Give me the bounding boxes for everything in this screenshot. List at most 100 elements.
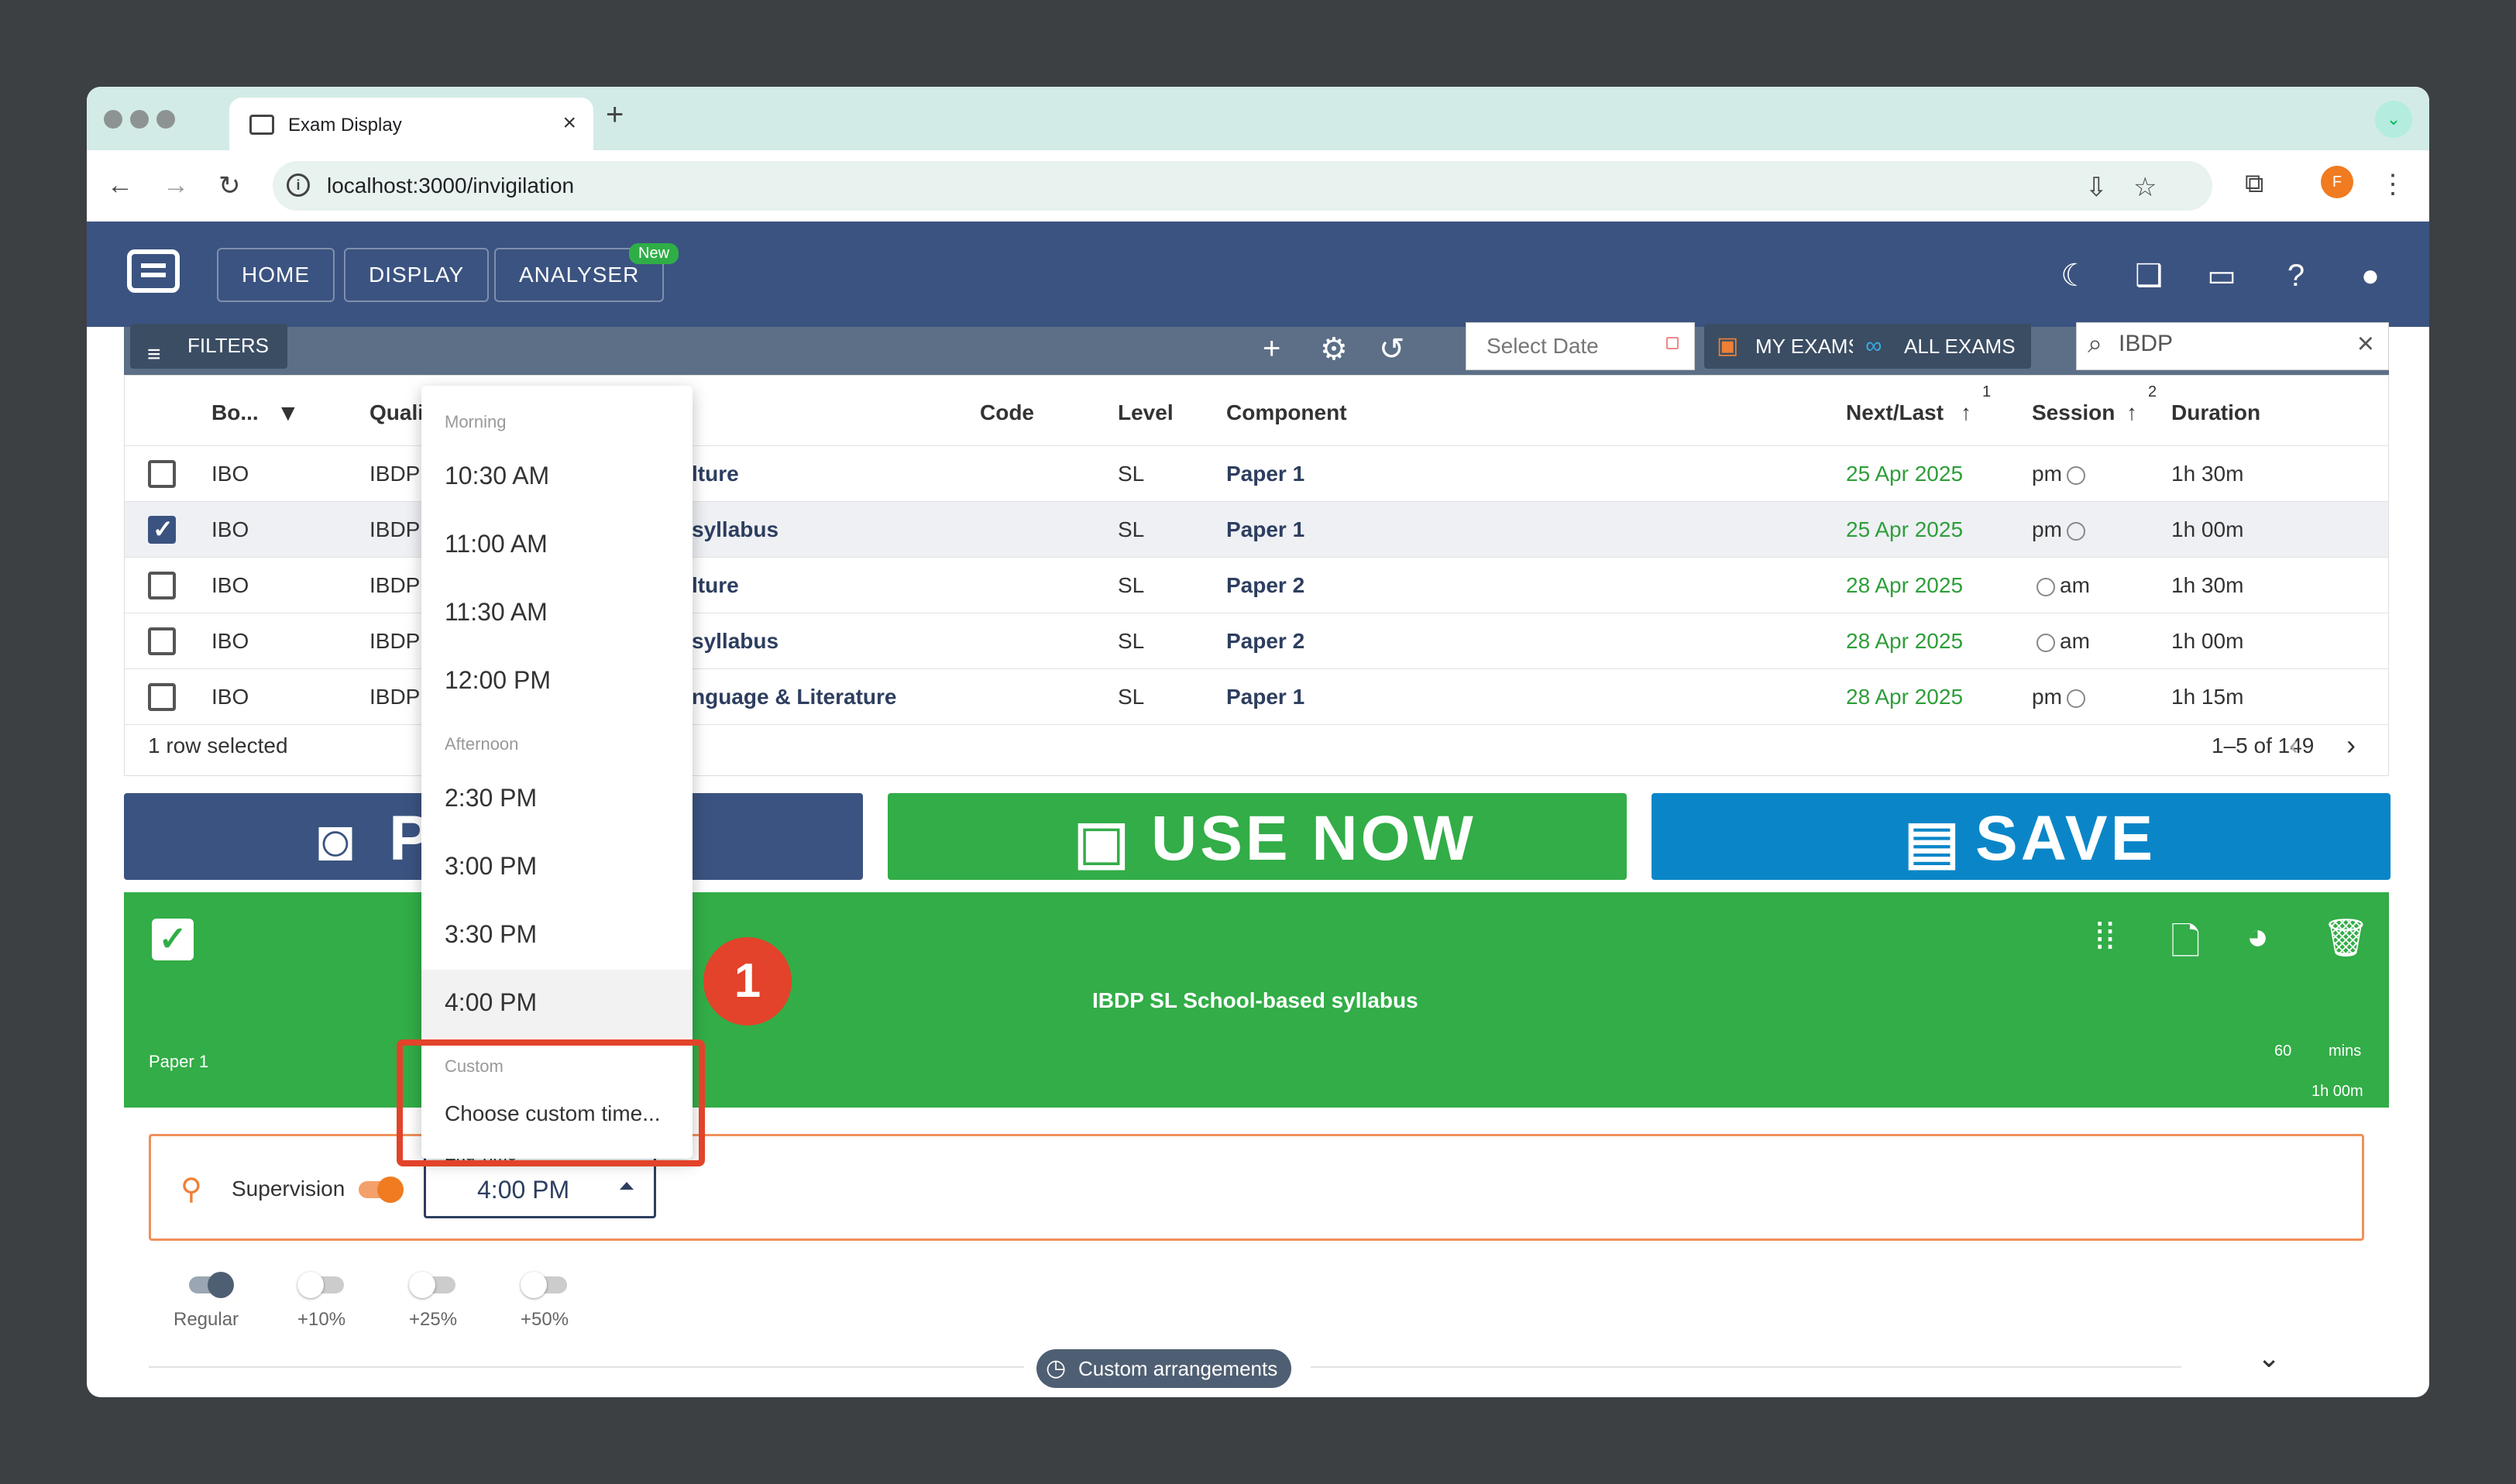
time-option-selected[interactable]: 4:00 PM [421, 970, 693, 1038]
col-qualification[interactable]: Quali [369, 400, 424, 425]
bookmarks-icon[interactable]: ❑ [2132, 259, 2166, 293]
time-option[interactable]: 3:30 PM [421, 902, 693, 970]
close-tab-icon[interactable]: × [562, 110, 576, 136]
supervision-toggle[interactable] [359, 1177, 404, 1203]
extra-time-25-toggle[interactable] [409, 1272, 455, 1298]
url-text[interactable]: localhost:3000/invigilation [327, 173, 574, 198]
use-now-label: USE NOW [1151, 803, 1476, 874]
browser-menu-icon[interactable]: ⋮ [2380, 169, 2406, 200]
url-bar[interactable]: i localhost:3000/invigilation ⇩ ☆ [273, 161, 2212, 211]
time-option[interactable]: 12:00 PM [421, 648, 693, 716]
site-info-icon[interactable]: i [287, 173, 310, 197]
col-session[interactable]: Session [2032, 400, 2115, 425]
reset-icon[interactable]: ↺ [1379, 331, 1405, 367]
reload-icon[interactable]: ↻ [218, 170, 241, 201]
cell-level: SL [1118, 685, 1145, 709]
time-option-label: 4:00 PM [445, 988, 538, 1016]
row-checkbox[interactable] [148, 514, 176, 544]
row-checkbox[interactable] [148, 627, 176, 655]
app-logo-icon[interactable] [127, 249, 180, 293]
group-morning: Morning [445, 412, 507, 431]
col-board[interactable]: Bo... [211, 400, 259, 425]
maximize-window-dot[interactable] [156, 110, 175, 129]
all-exams-label: ALL EXAMS [1904, 335, 2016, 358]
chevron-down-icon[interactable]: ⌄ [2257, 1341, 2281, 1374]
back-icon[interactable]: ← [107, 170, 133, 201]
extra-time-regular-toggle[interactable] [189, 1272, 234, 1298]
cell-session: pm [2032, 462, 2090, 486]
nav-display-button[interactable]: DISPLAY [344, 248, 490, 302]
divider [1311, 1366, 2181, 1368]
extra-time-10-toggle[interactable] [297, 1272, 344, 1298]
extensions-icon[interactable]: ⧉ [2245, 169, 2263, 199]
next-page-icon[interactable]: › [2346, 729, 2356, 761]
session-text: am [2060, 573, 2090, 597]
profile-avatar[interactable]: F [2321, 166, 2353, 198]
drag-handle-icon[interactable]: ⁞⁞ [2095, 915, 2116, 958]
clear-search-icon[interactable]: × [2357, 328, 2374, 361]
dark-mode-icon[interactable]: ☾ [2057, 259, 2092, 293]
cell-level: SL [1118, 629, 1145, 653]
time-option[interactable]: 10:30 AM [421, 443, 693, 511]
clock-icon [2066, 689, 2085, 708]
extra-time-50-toggle[interactable] [521, 1272, 567, 1298]
filter-funnel-icon[interactable]: ▼ [277, 400, 300, 427]
bookmark-star-icon[interactable]: ☆ [2133, 172, 2157, 203]
all-exams-button[interactable]: ∞ ALL EXAMS [1853, 324, 2031, 369]
my-exams-button[interactable]: ▣ MY EXAMS [1704, 324, 1877, 369]
delete-icon[interactable]: 🗑 [2322, 915, 2370, 960]
new-badge: New [629, 243, 679, 264]
prev-page-icon[interactable]: ‹ [2289, 729, 2298, 761]
exam-checkbox[interactable]: ✓ [152, 919, 194, 960]
sort-asc-icon[interactable]: ↑ [1961, 400, 1971, 425]
col-next-last[interactable]: Next/Last [1846, 400, 1944, 425]
row-checkbox[interactable] [148, 460, 176, 488]
cell-duration: 1h 00m [2171, 517, 2244, 541]
calendar-icon[interactable] [1666, 337, 1679, 349]
time-option[interactable]: 11:30 AM [421, 579, 693, 648]
time-option[interactable]: 3:00 PM [421, 833, 693, 902]
account-icon[interactable]: ● [2353, 259, 2387, 293]
col-code[interactable]: Code [980, 400, 1034, 425]
help-icon[interactable]: ? [2279, 259, 2313, 293]
install-app-icon[interactable]: ⇩ [2085, 172, 2108, 203]
custom-arrangements-label: Custom arrangements [1078, 1357, 1278, 1380]
session-text: pm [2032, 517, 2062, 541]
new-tab-icon[interactable]: + [606, 98, 624, 132]
col-component[interactable]: Component [1226, 400, 1347, 425]
row-checkbox[interactable] [148, 683, 176, 711]
palette-icon[interactable]: ◕ [2246, 915, 2269, 958]
minimize-window-dot[interactable] [130, 110, 149, 129]
use-now-button[interactable]: ▣ USE NOW [888, 793, 1627, 880]
forward-icon[interactable]: → [163, 170, 189, 201]
date-placeholder: Select Date [1487, 334, 1599, 358]
add-icon[interactable]: + [1263, 331, 1280, 366]
address-bar-row: ← → ↻ i localhost:3000/invigilation ⇩ ☆ … [87, 150, 2429, 222]
row-checkbox[interactable] [148, 572, 176, 599]
cell-component: Paper 1 [1226, 685, 1305, 709]
col-level[interactable]: Level [1118, 400, 1174, 425]
cell-subject: lture [692, 462, 739, 486]
col-duration[interactable]: Duration [2171, 400, 2260, 425]
search-input[interactable] [2119, 331, 2336, 357]
add-document-icon[interactable]: 🗋 [2171, 915, 2201, 978]
nav-home-button[interactable]: HOME [217, 248, 335, 302]
time-option[interactable]: 2:30 PM [421, 765, 693, 833]
search-box[interactable]: ⌕ × [2076, 322, 2389, 370]
browser-tab[interactable]: Exam Display × [229, 98, 593, 150]
settings-gear-icon[interactable]: ⚙ [1320, 331, 1348, 367]
display-mode-icon[interactable]: ▭ [2205, 259, 2239, 293]
date-picker-input[interactable]: Select Date [1466, 322, 1695, 370]
save-button[interactable]: ▤ SAVE [1652, 793, 2391, 880]
sort-asc-icon[interactable]: ↑ [2126, 400, 2137, 425]
toggle-knob [521, 1272, 547, 1298]
extra-time-10-label: +10% [297, 1309, 346, 1330]
close-window-dot[interactable] [104, 110, 122, 129]
tab-search-icon[interactable]: ⌄ [2375, 101, 2412, 138]
filters-button[interactable]: ≡ FILTERS [130, 324, 287, 369]
supervision-label: Supervision [232, 1177, 345, 1201]
dropdown-arrow-icon [620, 1182, 634, 1190]
custom-arrangements-chip[interactable]: ◷ Custom arrangements [1036, 1349, 1292, 1388]
cell-component: Paper 1 [1226, 462, 1305, 486]
time-option[interactable]: 11:00 AM [421, 511, 693, 579]
